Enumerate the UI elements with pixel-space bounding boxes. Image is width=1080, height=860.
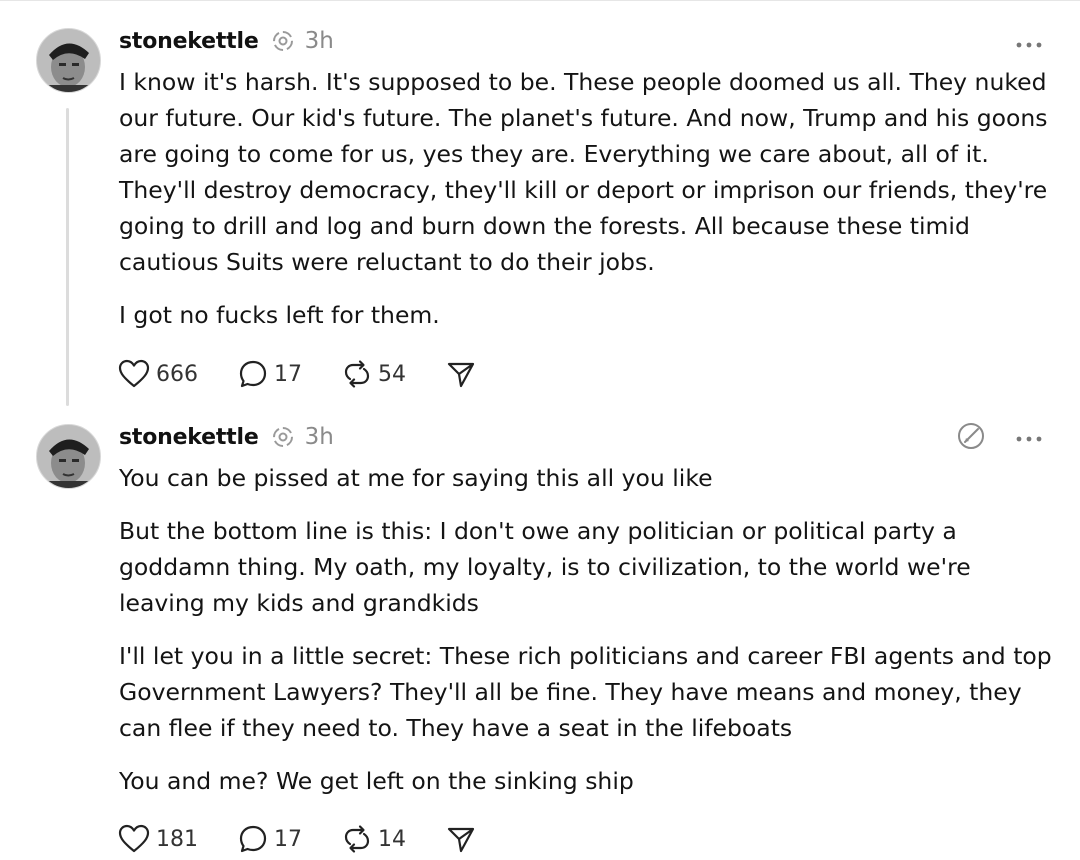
post-body: I know it's harsh. It's supposed to be. …: [119, 64, 1059, 350]
username[interactable]: stonekettle: [119, 29, 259, 54]
sync-icon: [271, 29, 295, 53]
repost-icon: [342, 824, 372, 854]
post-2: stonekettle 3h You can be pissed at me f…: [0, 410, 1080, 860]
like-count: 666: [156, 361, 198, 387]
post-actions: 181 17 14: [118, 823, 516, 855]
post-paragraph: I got no fucks left for them.: [119, 301, 440, 329]
share-button[interactable]: [446, 359, 476, 389]
post-time[interactable]: 3h: [305, 424, 334, 450]
reply-count: 17: [274, 826, 302, 852]
avatar-image: [37, 425, 100, 488]
reply-button[interactable]: 17: [238, 824, 302, 854]
heart-icon: [118, 824, 150, 854]
repost-count: 14: [378, 826, 406, 852]
post-header: stonekettle 3h: [119, 422, 334, 452]
avatar[interactable]: [36, 424, 101, 489]
reply-count: 17: [274, 361, 302, 387]
like-button[interactable]: 666: [118, 359, 198, 389]
send-icon: [446, 824, 476, 854]
avatar-image: [37, 29, 100, 92]
more-options-icon[interactable]: [1014, 36, 1044, 48]
repost-button[interactable]: 54: [342, 359, 406, 389]
post-paragraph: But the bottom line is this: I don't owe…: [119, 517, 971, 617]
more-options-icon[interactable]: [1014, 430, 1044, 442]
like-button[interactable]: 181: [118, 824, 198, 854]
send-icon: [446, 359, 476, 389]
share-button[interactable]: [446, 824, 476, 854]
repost-count: 54: [378, 361, 406, 387]
avatar[interactable]: [36, 28, 101, 93]
post-paragraph: I know it's harsh. It's supposed to be. …: [119, 68, 1048, 276]
post-actions: 666 17 54: [118, 358, 516, 390]
post-body: You can be pissed at me for saying this …: [119, 460, 1059, 816]
sync-icon: [271, 425, 295, 449]
edit-icon[interactable]: [955, 420, 987, 452]
repost-icon: [342, 359, 372, 389]
heart-icon: [118, 359, 150, 389]
username[interactable]: stonekettle: [119, 425, 259, 450]
post-header: stonekettle 3h: [119, 26, 334, 56]
post-paragraph: I'll let you in a little secret: These r…: [119, 642, 1052, 742]
thread-line: [66, 108, 69, 406]
repost-button[interactable]: 14: [342, 824, 406, 854]
like-count: 181: [156, 826, 198, 852]
post-paragraph: You and me? We get left on the sinking s…: [119, 767, 634, 795]
comment-icon: [238, 359, 268, 389]
comment-icon: [238, 824, 268, 854]
post-1: stonekettle 3h I know it's harsh. It's s…: [0, 0, 1080, 410]
reply-button[interactable]: 17: [238, 359, 302, 389]
post-time[interactable]: 3h: [305, 28, 334, 54]
post-paragraph: You can be pissed at me for saying this …: [119, 464, 713, 492]
